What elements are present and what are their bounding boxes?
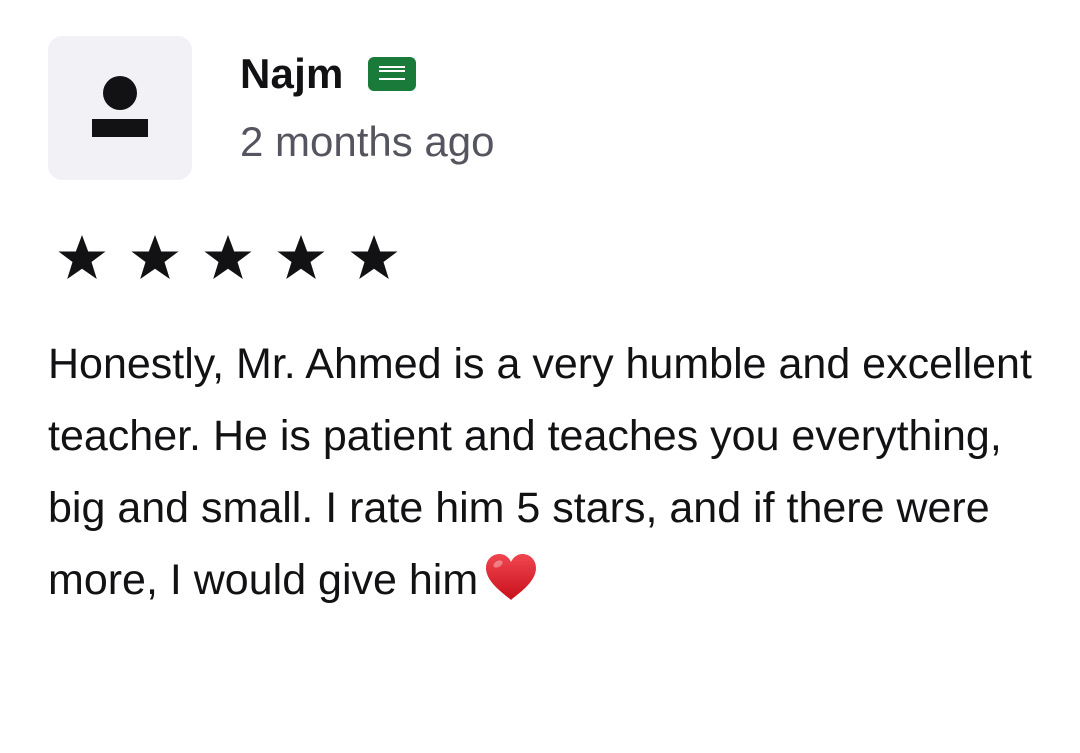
star-icon	[348, 232, 400, 284]
star-icon	[275, 232, 327, 284]
name-row: Najm	[240, 46, 495, 102]
reviewer-name[interactable]: Najm	[240, 50, 344, 98]
avatar[interactable]	[48, 36, 192, 180]
review-header: Najm 2 months ago	[240, 46, 495, 166]
user-placeholder-icon	[103, 76, 137, 110]
star-icon	[202, 232, 254, 284]
saudi-arabia-flag-icon	[367, 57, 416, 91]
review-text: Honestly, Mr. Ahmed is a very humble and…	[48, 340, 1032, 604]
star-rating	[56, 232, 400, 284]
review-timestamp: 2 months ago	[240, 118, 495, 165]
review-body: Honestly, Mr. Ahmed is a very humble and…	[48, 328, 1048, 616]
user-placeholder-icon-body	[92, 119, 148, 137]
review-card: Najm 2 months ago Honestly, Mr. Ahmed is…	[0, 0, 1080, 753]
star-icon	[56, 232, 108, 284]
star-icon	[129, 232, 181, 284]
red-heart-icon	[484, 552, 538, 602]
